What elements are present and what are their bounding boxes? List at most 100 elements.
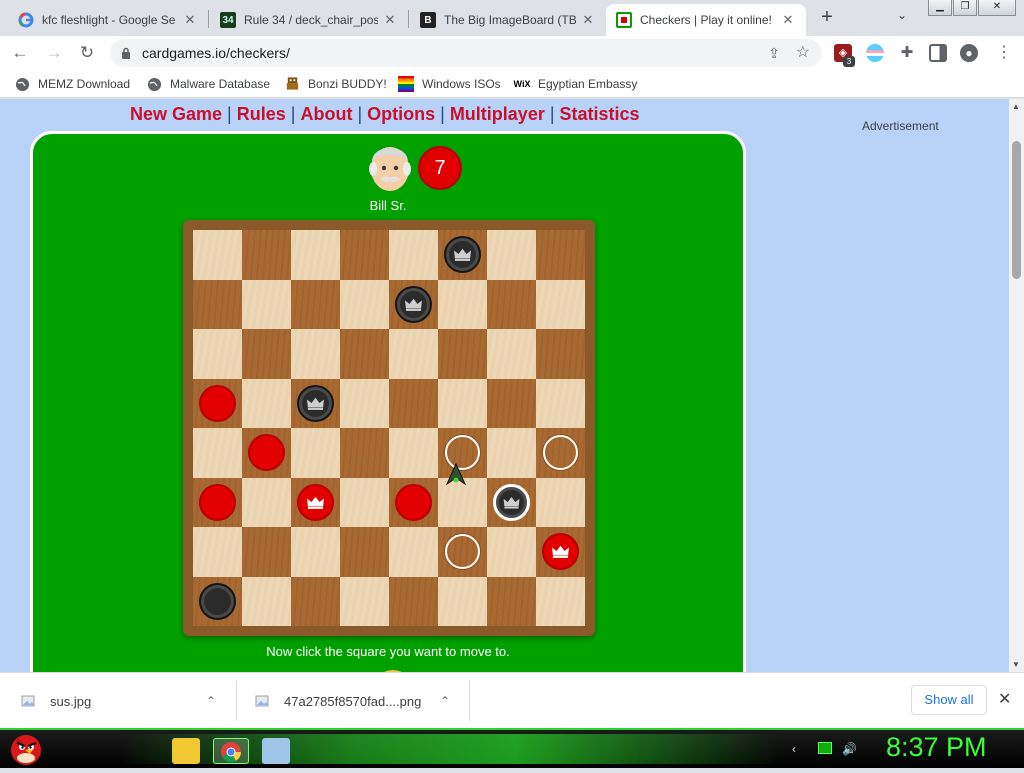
board-square[interactable] [193,230,242,280]
close-icon[interactable]: ✕ [780,12,796,28]
bookmark-egyptian-embassy[interactable]: WiX Egyptian Embassy [514,76,638,92]
board-square[interactable] [438,329,487,379]
board-square[interactable] [340,378,389,428]
board-square[interactable] [242,329,291,379]
show-all-downloads-button[interactable]: Show all [911,685,987,715]
board-square[interactable] [487,576,536,626]
board-square[interactable] [242,279,291,329]
board-square[interactable] [536,576,585,626]
board-square[interactable] [242,477,291,527]
red-checker-piece-king[interactable] [542,533,579,571]
board-square[interactable] [291,527,340,577]
board-square[interactable] [536,230,585,280]
tab-rule34[interactable]: 34 Rule 34 / deck_chair_post ✕ [210,4,408,36]
forward-arrow-icon[interactable]: → [42,41,66,65]
angry-bird-start-button-icon[interactable] [6,728,46,768]
lock-icon[interactable] [121,39,131,70]
board-square[interactable] [487,527,536,577]
board-square[interactable] [536,329,585,379]
board-square[interactable] [340,527,389,577]
tab-google-search[interactable]: kfc fleshlight - Google Se ✕ [8,4,208,36]
board-square[interactable] [242,527,291,577]
nav-new-game[interactable]: New Game [130,104,222,124]
board-square[interactable] [389,576,438,626]
close-icon[interactable]: ✕ [998,689,1011,709]
red-checker-piece[interactable] [199,384,236,422]
board-square[interactable] [340,576,389,626]
tab-search-chevron-icon[interactable]: ⌄ [897,8,907,22]
taskbar-clock[interactable]: 8:37 PM [886,732,987,763]
nav-options[interactable]: Options [367,104,435,124]
board-square[interactable] [389,230,438,280]
board-square[interactable] [242,230,291,280]
nav-statistics[interactable]: Statistics [560,104,640,124]
url-text[interactable]: cardgames.io/checkers/ [142,45,290,61]
close-icon[interactable]: ✕ [580,12,596,28]
bookmark-star-icon[interactable]: ☆ [796,39,810,67]
volume-icon[interactable]: 🔊 [842,742,857,756]
board-square[interactable] [291,230,340,280]
bookmark-malware-database[interactable]: Malware Database [146,76,270,92]
board-square[interactable] [389,378,438,428]
board-square[interactable] [487,428,536,478]
scroll-down-arrow-icon[interactable]: ▼ [1012,660,1020,669]
board-square[interactable] [487,329,536,379]
red-checker-piece-king[interactable] [297,483,334,521]
reload-icon[interactable]: ↻ [75,41,99,65]
black-checker-piece-king[interactable] [493,483,530,521]
board-square[interactable] [291,279,340,329]
board-square[interactable] [389,428,438,478]
board-square[interactable] [389,329,438,379]
board-square[interactable] [487,230,536,280]
page-scrollbar[interactable]: ▲ ▼ [1009,99,1024,672]
nav-multiplayer[interactable]: Multiplayer [450,104,545,124]
board-square[interactable] [291,576,340,626]
new-tab-button[interactable]: + [817,6,837,28]
board-square[interactable] [193,527,242,577]
board-square[interactable] [193,428,242,478]
network-icon[interactable] [818,742,832,754]
board-square[interactable] [536,477,585,527]
board-square[interactable] [242,378,291,428]
scrollbar-thumb[interactable] [1012,141,1021,279]
board-square[interactable] [536,378,585,428]
download-item[interactable]: 47a2785f8570fad....png ⌃ [254,673,470,729]
board-square[interactable] [487,279,536,329]
bookmark-windows-isos[interactable]: Windows ISOs [398,76,501,92]
board-square[interactable] [291,329,340,379]
bookmark-bonzi-buddy[interactable]: Bonzi BUDDY! [284,76,387,92]
board-square[interactable] [536,279,585,329]
board-square[interactable] [340,428,389,478]
download-item[interactable]: sus.jpg ⌃ [20,673,236,729]
board-square[interactable] [193,329,242,379]
minimize-button[interactable]: ▁ [928,0,952,16]
board-square[interactable] [438,279,487,329]
profile-avatar-icon[interactable]: ● [960,44,978,62]
black-checker-piece[interactable] [199,582,236,620]
chevron-up-icon[interactable]: ⌃ [440,694,450,708]
board-square[interactable] [340,279,389,329]
red-checker-piece[interactable] [395,483,432,521]
board-square[interactable] [340,477,389,527]
trans-flag-extension-icon[interactable] [866,44,884,62]
nav-about[interactable]: About [300,104,352,124]
board-square[interactable] [389,527,438,577]
board-square[interactable] [291,428,340,478]
chevron-up-icon[interactable]: ⌃ [206,694,216,708]
black-checker-piece-king[interactable] [395,285,432,323]
close-icon[interactable]: ✕ [382,12,398,28]
maximize-button[interactable]: ❐ [953,0,977,16]
board-square[interactable] [487,378,536,428]
back-arrow-icon[interactable]: ← [8,41,32,65]
red-checker-piece[interactable] [199,483,236,521]
scroll-up-arrow-icon[interactable]: ▲ [1012,102,1020,111]
side-panel-icon[interactable] [929,44,947,62]
show-hidden-icons-icon[interactable]: ‹ [792,742,796,756]
chrome-taskbar-icon[interactable] [213,738,249,764]
close-icon[interactable]: ✕ [182,12,198,28]
board-square[interactable] [340,230,389,280]
board-square[interactable] [340,329,389,379]
tab-checkers[interactable]: Checkers | Play it online! ✕ [606,4,806,36]
board-square[interactable] [242,576,291,626]
board-square[interactable] [193,279,242,329]
